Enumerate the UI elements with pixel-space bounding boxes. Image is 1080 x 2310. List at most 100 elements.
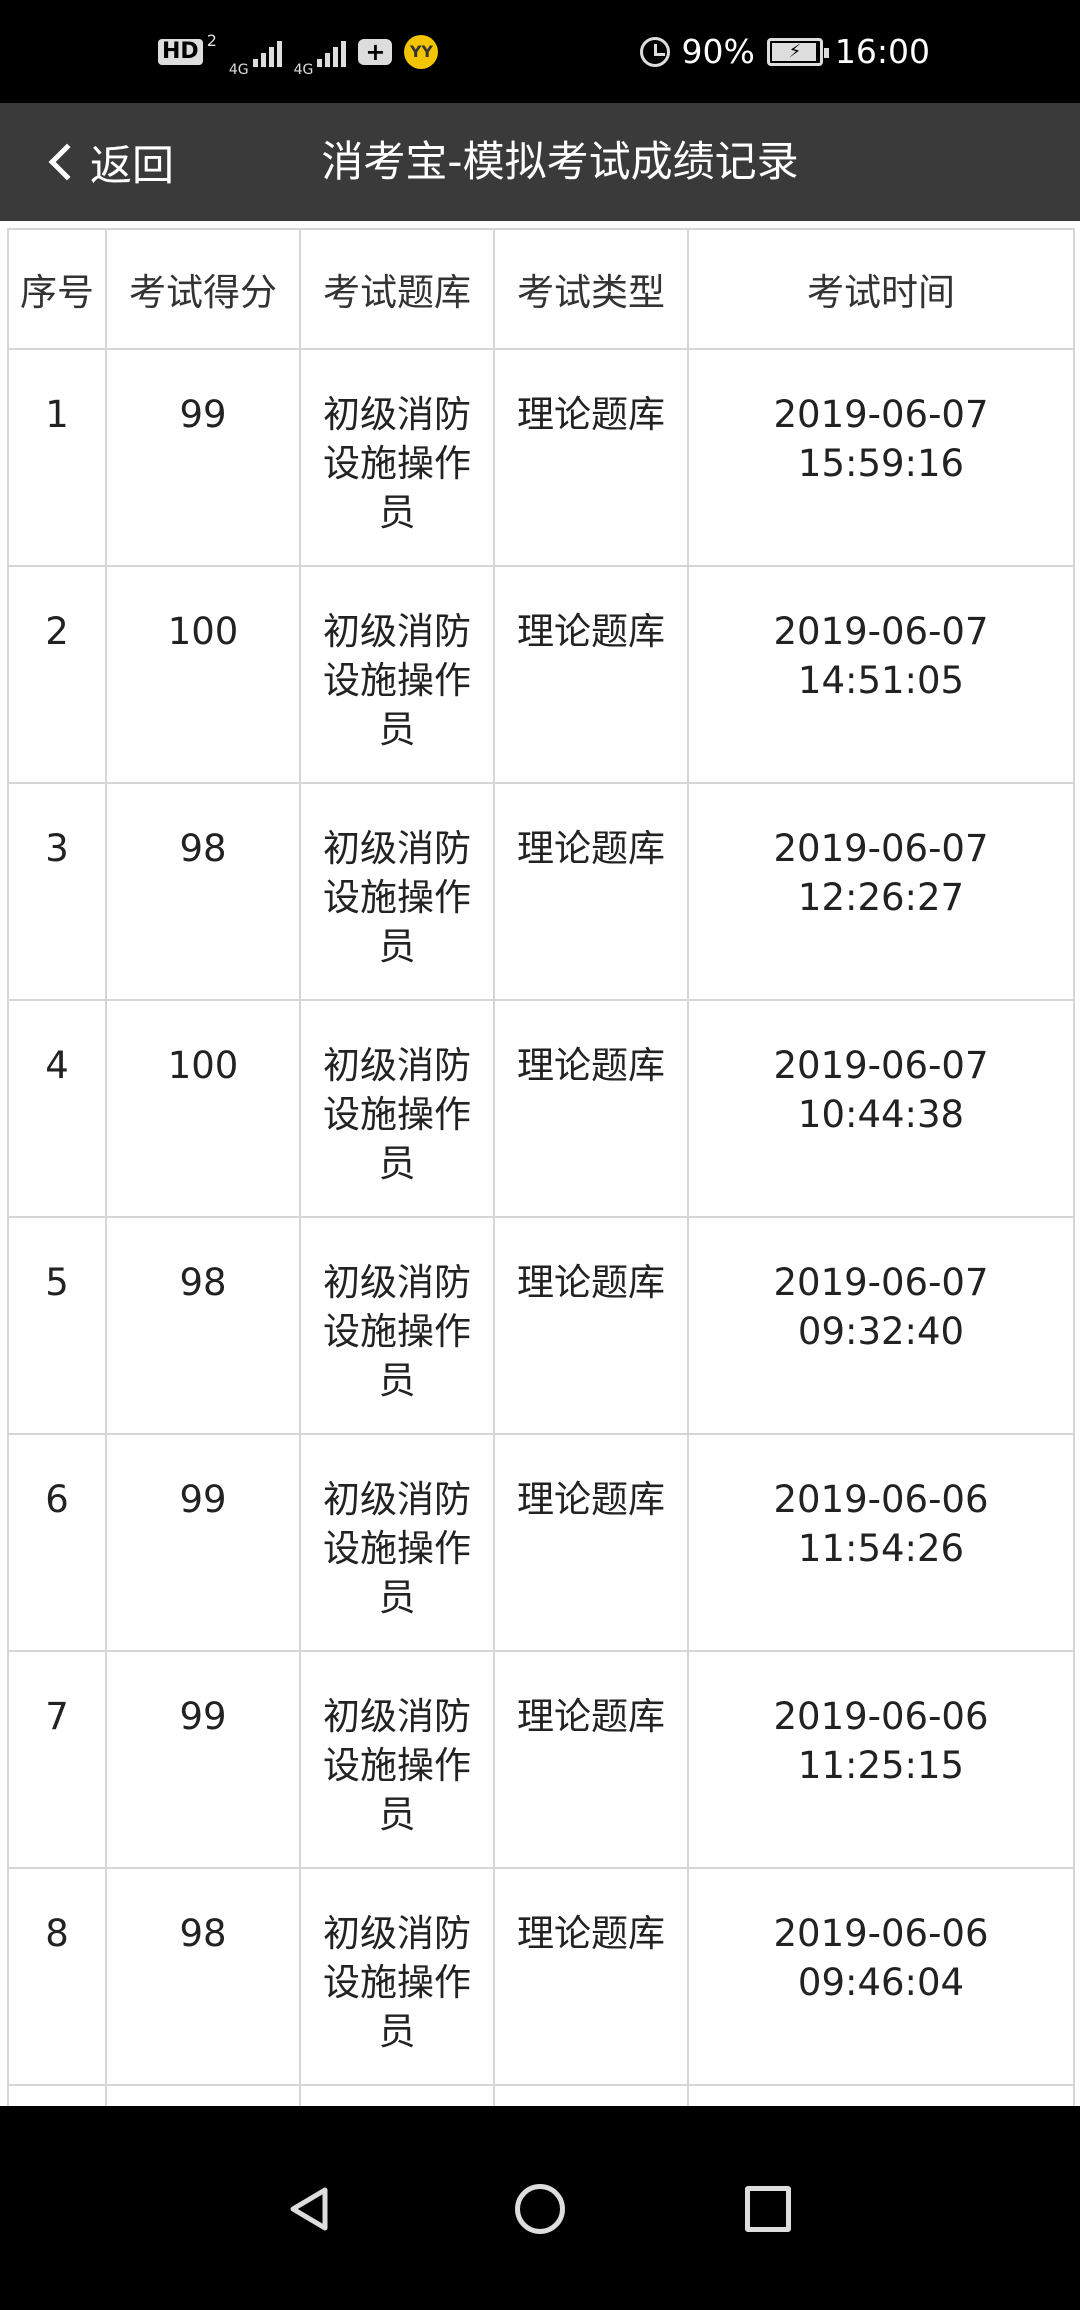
cell-type: 理论题库 xyxy=(493,1867,689,2086)
cell-index: 1 xyxy=(7,348,107,567)
cell-time-date: 2019-06-06 xyxy=(773,1912,989,1955)
back-label: 返回 xyxy=(90,140,175,190)
cell-time-clock: 11:25:15 xyxy=(797,1744,965,1787)
cell-type: 理论题库 xyxy=(493,1433,689,1652)
cell-empty xyxy=(299,2084,495,2106)
cell-time-date: 2019-06-07 xyxy=(773,1261,989,1304)
cell-time-clock: 09:32:40 xyxy=(797,1310,965,1353)
table-row-partial xyxy=(7,2084,1075,2106)
cell-type: 理论题库 xyxy=(493,1216,689,1435)
hd-voice-icon: HD xyxy=(158,38,203,65)
network-type-2: 4G xyxy=(293,61,314,78)
cell-score: 100 xyxy=(105,999,301,1218)
cell-time-date: 2019-06-07 xyxy=(773,827,989,870)
cell-index: 3 xyxy=(7,782,107,1001)
records-table: 序号 考试得分 考试题库 考试类型 考试时间 1 99 初级消防设施操作员 理论题库 2… xyxy=(7,228,1075,2106)
cell-score: 99 xyxy=(105,348,301,567)
cell-score: 99 xyxy=(105,1433,301,1652)
cell-score: 98 xyxy=(105,1867,301,2086)
hd-sub-label: 2 xyxy=(206,30,217,50)
table-row: 8 98 初级消防设施操作员 理论题库 2019-06-06 09:46:04 xyxy=(7,1867,1075,2086)
battery-icon: ⚡ xyxy=(766,37,829,66)
col-header-time: 考试时间 xyxy=(687,228,1075,350)
cell-time-date: 2019-06-07 xyxy=(773,1044,989,1087)
triangle-back-icon[interactable] xyxy=(285,2184,335,2234)
square-recent-icon[interactable] xyxy=(745,2186,791,2232)
cell-bank: 初级消防设施操作员 xyxy=(299,1216,495,1435)
cell-type: 理论题库 xyxy=(493,782,689,1001)
cell-empty xyxy=(687,2084,1075,2106)
status-left: HD 2 4G 4G + YY xyxy=(158,26,439,78)
cell-bank: 初级消防设施操作员 xyxy=(299,782,495,1001)
col-header-index: 序号 xyxy=(7,228,107,350)
table-row: 2 100 初级消防设施操作员 理论题库 2019-06-07 14:51:05 xyxy=(7,565,1075,784)
cell-time: 2019-06-07 15:59:16 xyxy=(687,348,1075,567)
table-row: 4 100 初级消防设施操作员 理论题库 2019-06-07 10:44:38 xyxy=(7,999,1075,1218)
cell-index: 7 xyxy=(7,1650,107,1869)
cell-type: 理论题库 xyxy=(493,565,689,784)
cell-index: 2 xyxy=(7,565,107,784)
cell-time: 2019-06-07 12:26:27 xyxy=(687,782,1075,1001)
cell-score: 100 xyxy=(105,565,301,784)
cell-index: 5 xyxy=(7,1216,107,1435)
alarm-icon xyxy=(639,36,670,67)
cell-type: 理论题库 xyxy=(493,999,689,1218)
cell-bank: 初级消防设施操作员 xyxy=(299,565,495,784)
cell-time: 2019-06-07 10:44:38 xyxy=(687,999,1075,1218)
cell-time-clock: 14:51:05 xyxy=(797,659,965,702)
chevron-left-icon xyxy=(48,143,86,181)
cell-time-clock: 11:54:26 xyxy=(797,1527,965,1570)
col-header-score: 考试得分 xyxy=(105,228,301,350)
network-type-1: 4G xyxy=(228,61,249,78)
cell-bank: 初级消防设施操作员 xyxy=(299,1867,495,2086)
cell-bank: 初级消防设施操作员 xyxy=(299,348,495,567)
cell-bank: 初级消防设施操作员 xyxy=(299,999,495,1218)
circle-home-icon[interactable] xyxy=(515,2184,565,2234)
clock-time: 16:00 xyxy=(834,32,930,71)
col-header-type: 考试类型 xyxy=(493,228,689,350)
cell-empty xyxy=(105,2084,301,2106)
signal-icon-2 xyxy=(317,37,347,67)
cell-score: 98 xyxy=(105,1216,301,1435)
cell-time-date: 2019-06-06 xyxy=(773,1695,989,1738)
system-nav-bar xyxy=(0,2106,1080,2310)
cell-bank: 初级消防设施操作员 xyxy=(299,1433,495,1652)
cell-index: 6 xyxy=(7,1433,107,1652)
cell-type: 理论题库 xyxy=(493,348,689,567)
cell-time: 2019-06-06 09:46:04 xyxy=(687,1867,1075,2086)
cell-score: 98 xyxy=(105,782,301,1001)
cell-time-clock: 12:26:27 xyxy=(797,876,965,919)
back-button[interactable]: 返回 xyxy=(40,103,174,221)
plus-app-icon: + xyxy=(358,38,393,65)
cell-empty xyxy=(493,2084,689,2106)
table-header-row: 序号 考试得分 考试题库 考试类型 考试时间 xyxy=(7,228,1075,350)
table-row: 6 99 初级消防设施操作员 理论题库 2019-06-06 11:54:26 xyxy=(7,1433,1075,1652)
cell-time: 2019-06-07 09:32:40 xyxy=(687,1216,1075,1435)
battery-percent: 90% xyxy=(681,32,755,71)
col-header-bank: 考试题库 xyxy=(299,228,495,350)
signal-icon xyxy=(252,37,282,67)
table-row: 7 99 初级消防设施操作员 理论题库 2019-06-06 11:25:15 xyxy=(7,1650,1075,1869)
cell-bank: 初级消防设施操作员 xyxy=(299,1650,495,1869)
records-container[interactable]: 序号 考试得分 考试题库 考试类型 考试时间 1 99 初级消防设施操作员 理论题库 2… xyxy=(0,221,1080,2106)
cell-time-clock: 09:46:04 xyxy=(797,1961,965,2004)
status-bar: HD 2 4G 4G + YY 90% ⚡ 16:00 xyxy=(0,0,1080,103)
table-row: 1 99 初级消防设施操作员 理论题库 2019-06-07 15:59:16 xyxy=(7,348,1075,567)
table-row: 5 98 初级消防设施操作员 理论题库 2019-06-07 09:32:40 xyxy=(7,1216,1075,1435)
cell-score: 99 xyxy=(105,1650,301,1869)
cell-time: 2019-06-06 11:54:26 xyxy=(687,1433,1075,1652)
cell-time-date: 2019-06-06 xyxy=(773,1478,989,1521)
cell-type: 理论题库 xyxy=(493,1650,689,1869)
app-header: 消考宝-模拟考试成绩记录 返回 xyxy=(0,103,1080,221)
cell-time: 2019-06-07 14:51:05 xyxy=(687,565,1075,784)
cell-index: 4 xyxy=(7,999,107,1218)
status-right: 90% ⚡ 16:00 xyxy=(639,32,930,71)
yy-app-icon: YY xyxy=(404,34,439,69)
table-row: 3 98 初级消防设施操作员 理论题库 2019-06-07 12:26:27 xyxy=(7,782,1075,1001)
cell-index: 8 xyxy=(7,1867,107,2086)
cell-time: 2019-06-06 11:25:15 xyxy=(687,1650,1075,1869)
charging-bolt-icon: ⚡ xyxy=(788,41,802,62)
cell-time-clock: 15:59:16 xyxy=(797,442,965,485)
cell-time-clock: 10:44:38 xyxy=(797,1093,965,1136)
cell-time-date: 2019-06-07 xyxy=(773,393,989,436)
